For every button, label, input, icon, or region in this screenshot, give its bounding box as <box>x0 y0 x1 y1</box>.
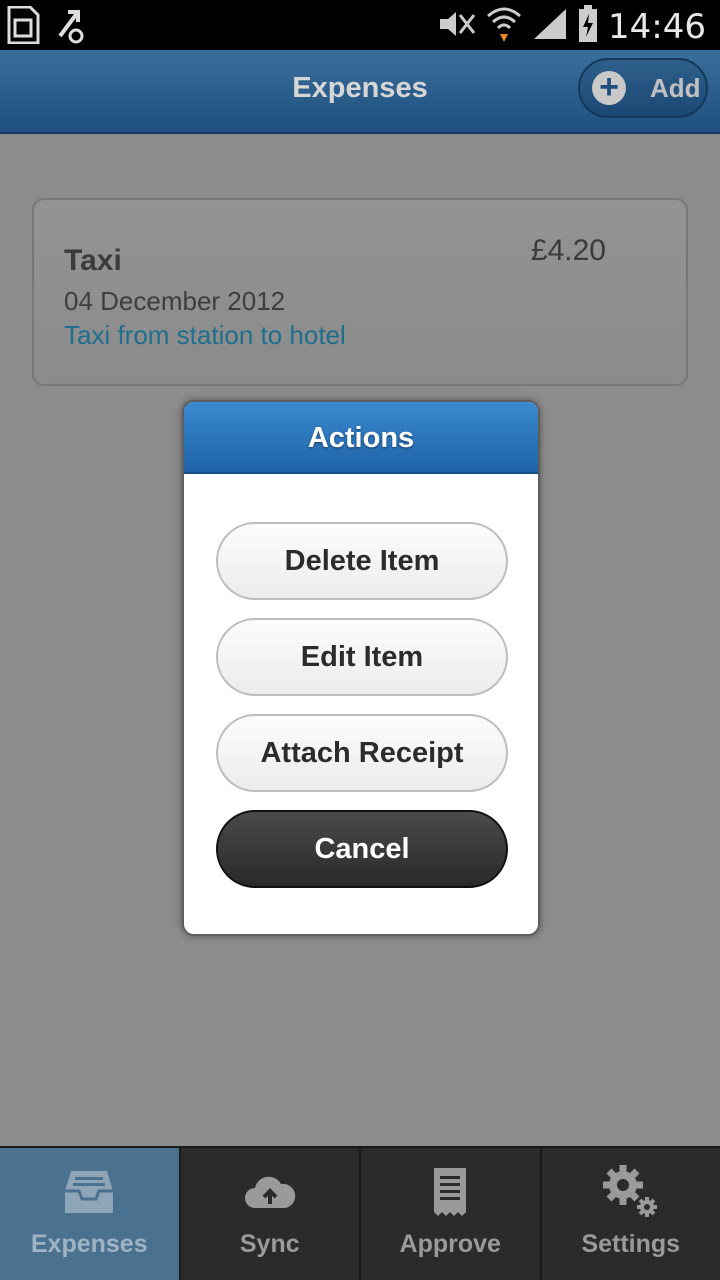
battery-charging-icon <box>578 5 598 48</box>
sim-card-icon <box>6 5 40 49</box>
expense-list-item[interactable]: Taxi 04 December 2012 Taxi from station … <box>32 198 688 386</box>
tab-settings-label: Settings <box>581 1230 681 1258</box>
add-button[interactable]: + Add <box>578 58 708 118</box>
bottom-tab-bar: Expenses Sync Approve Settings <box>0 1146 720 1280</box>
status-bar: 14:46 <box>0 0 720 50</box>
expense-date: 04 December 2012 <box>64 286 286 316</box>
delete-item-button[interactable]: Delete Item <box>216 522 508 600</box>
tab-sync[interactable]: Sync <box>181 1148 361 1280</box>
edit-item-button[interactable]: Edit Item <box>216 618 508 696</box>
expense-title: Taxi <box>64 244 122 277</box>
tab-expenses[interactable]: Expenses <box>0 1148 181 1280</box>
tab-sync-label: Sync <box>239 1230 300 1258</box>
add-button-label: Add <box>650 72 701 103</box>
cancel-button[interactable]: Cancel <box>216 810 508 888</box>
attach-receipt-button[interactable]: Attach Receipt <box>216 714 508 792</box>
header-bar: Expenses + Add <box>0 50 720 134</box>
plus-circle-icon: + <box>592 70 626 105</box>
tab-approve-label: Approve <box>399 1230 501 1258</box>
cloud-upload-icon <box>243 1164 297 1220</box>
wifi-icon <box>486 4 522 49</box>
tab-settings[interactable]: Settings <box>542 1148 720 1280</box>
actions-dialog: Actions Delete Item Edit Item Attach Rec… <box>182 400 540 936</box>
tab-approve[interactable]: Approve <box>361 1148 542 1280</box>
gears-icon <box>601 1164 661 1220</box>
dialog-title: Actions <box>184 402 538 474</box>
expense-amount: £4.20 <box>530 234 606 267</box>
expense-description: Taxi from station to hotel <box>64 320 346 350</box>
usb-debug-icon <box>54 6 88 49</box>
signal-icon <box>532 7 568 46</box>
inbox-tray-icon <box>63 1164 115 1220</box>
receipt-icon <box>432 1164 468 1220</box>
mute-icon <box>438 9 476 44</box>
tab-expenses-label: Expenses <box>30 1230 148 1258</box>
status-time: 14:46 <box>608 6 706 47</box>
